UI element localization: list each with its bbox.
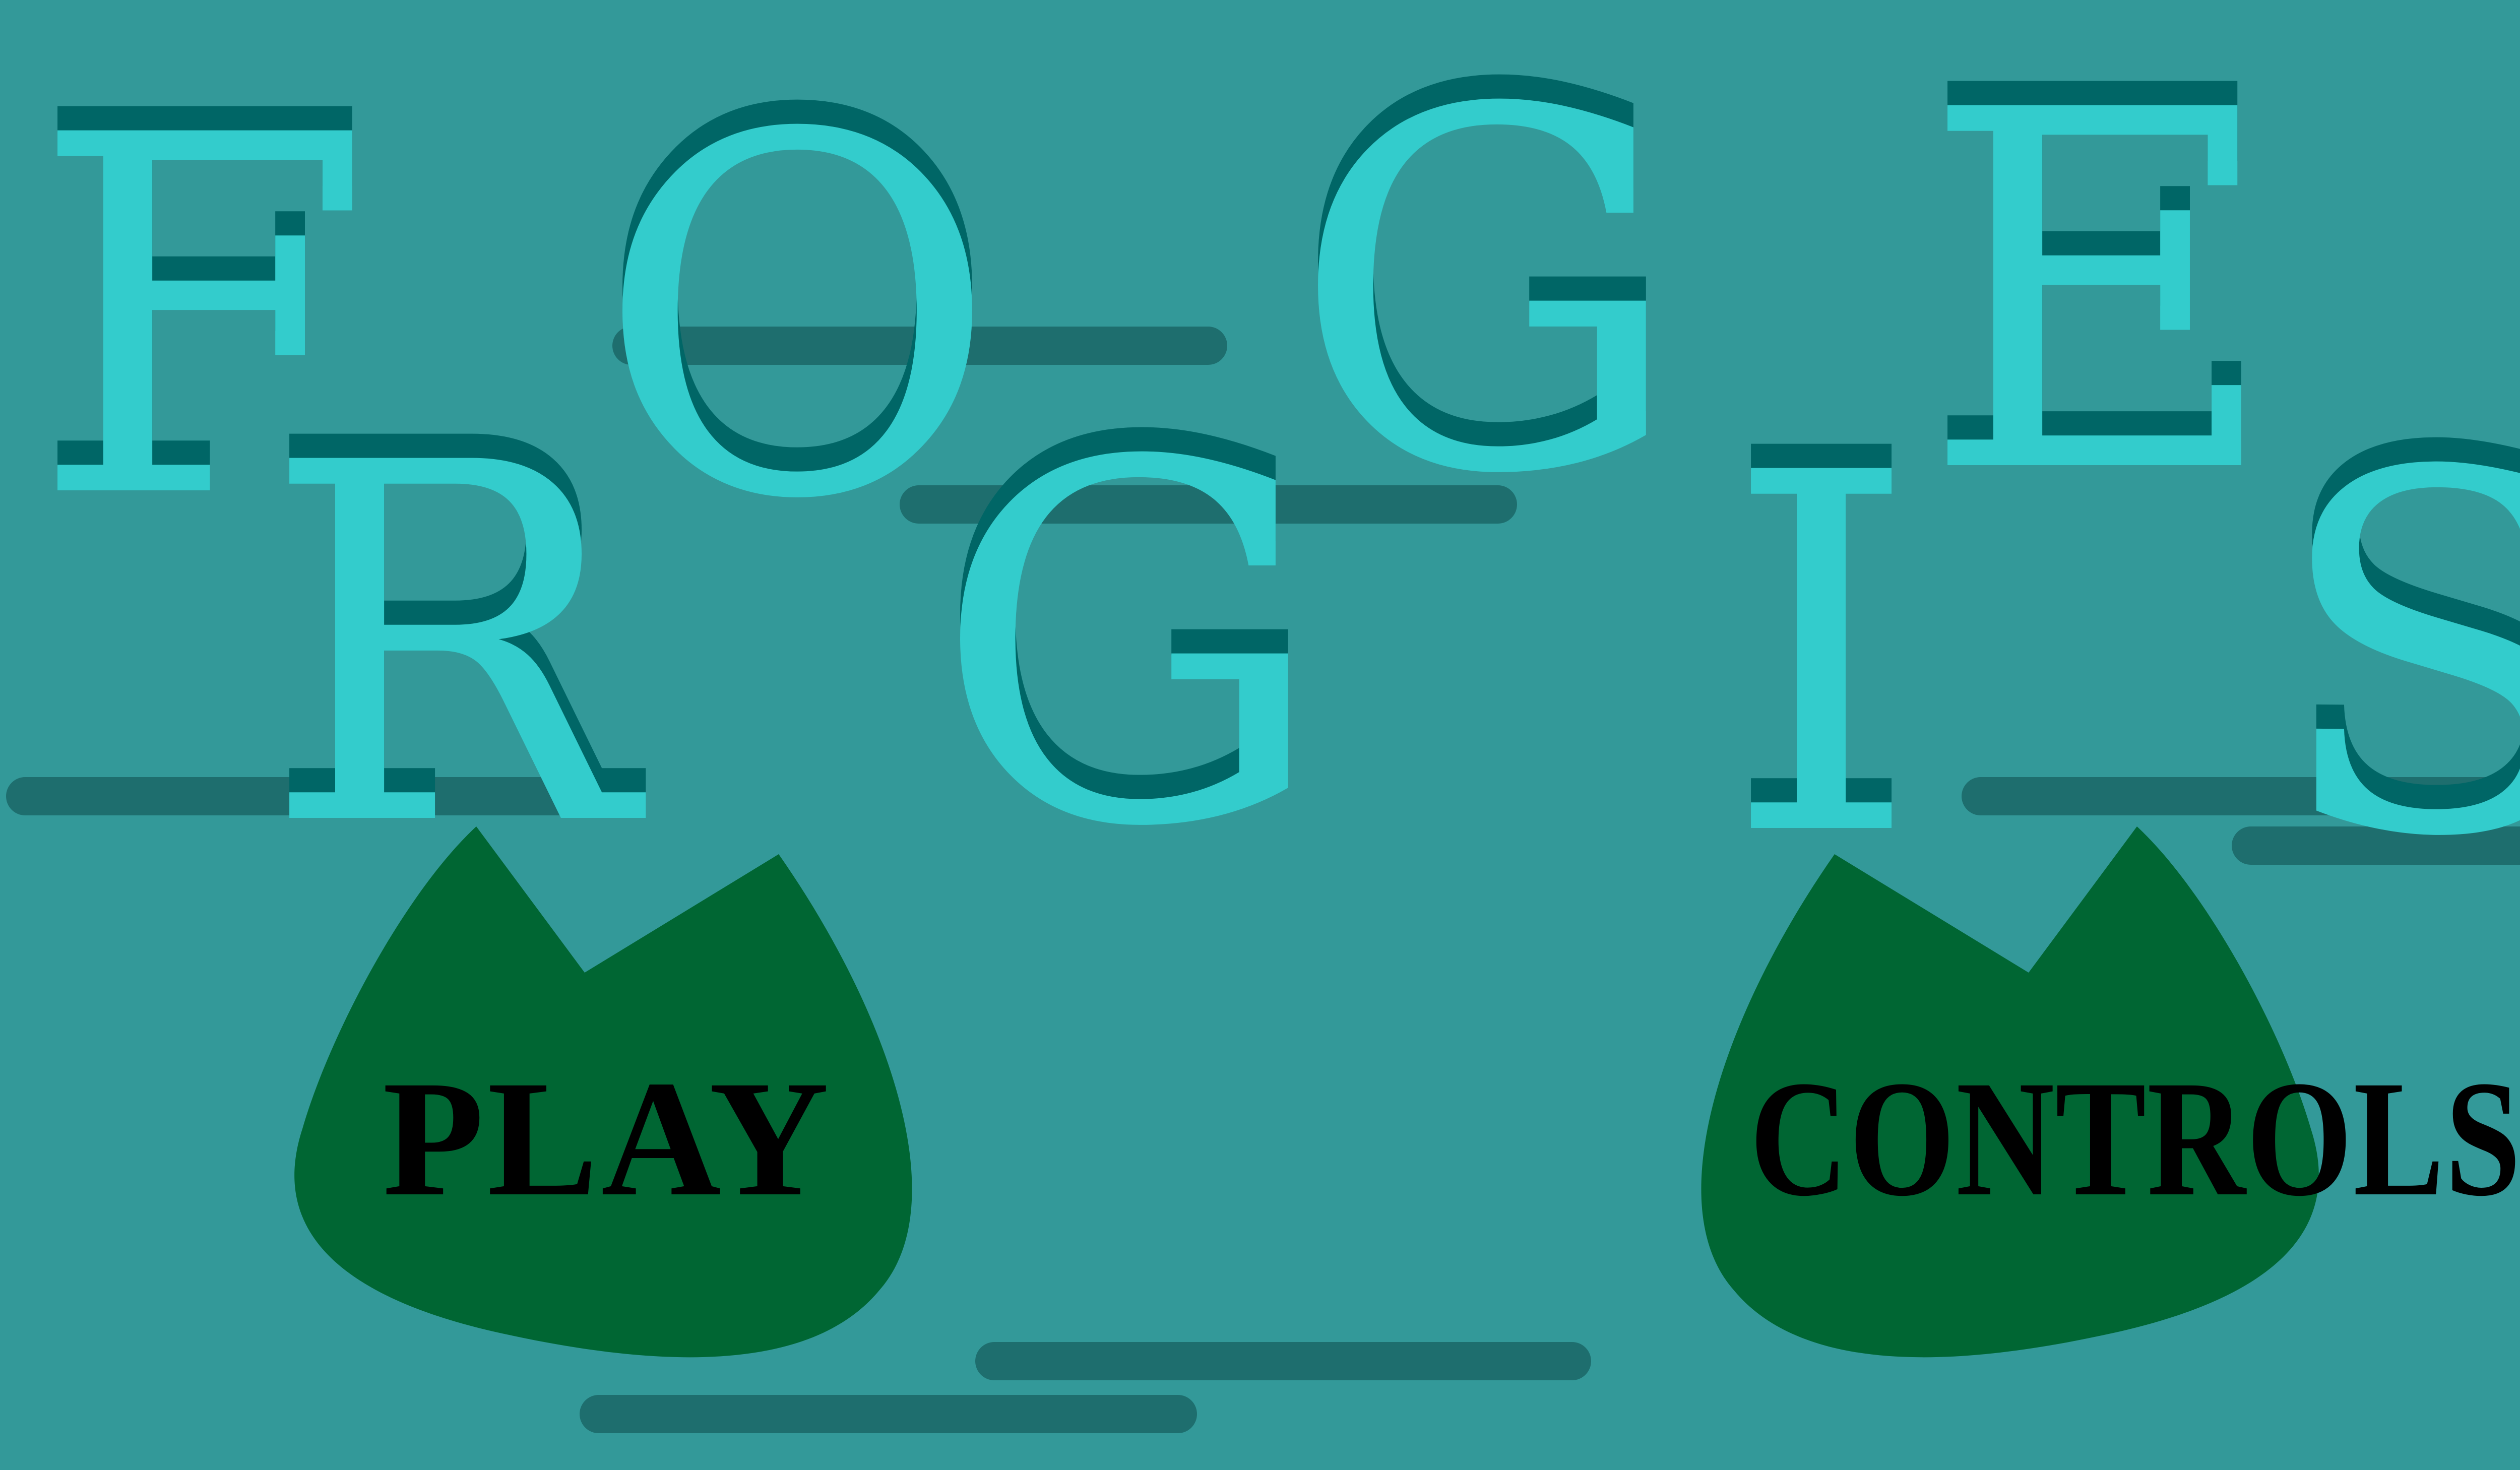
title-screen: F F O O G G E E R R G G I I S S PLAY CON…	[0, 0, 2520, 1470]
title-letter-r: R R	[262, 360, 634, 935]
water-streak	[975, 1342, 1591, 1380]
title-letter-face: E	[1920, 7, 2281, 582]
title-letter-g: G G	[932, 360, 1327, 935]
title-letter-g: G G	[1290, 7, 1685, 582]
title-letter-face: G	[932, 360, 1327, 935]
title-letter-face: R	[262, 360, 634, 935]
controls-button-label: CONTROLS	[1749, 1047, 2520, 1231]
controls-button[interactable]: CONTROLS	[1693, 826, 2520, 1366]
title-letter-face: G	[1290, 7, 1685, 582]
title-letter-e: E E	[1920, 7, 2281, 582]
water-streak	[580, 1395, 1197, 1433]
play-button-label: PLAY	[382, 1047, 833, 1231]
play-button[interactable]: PLAY	[294, 826, 920, 1366]
